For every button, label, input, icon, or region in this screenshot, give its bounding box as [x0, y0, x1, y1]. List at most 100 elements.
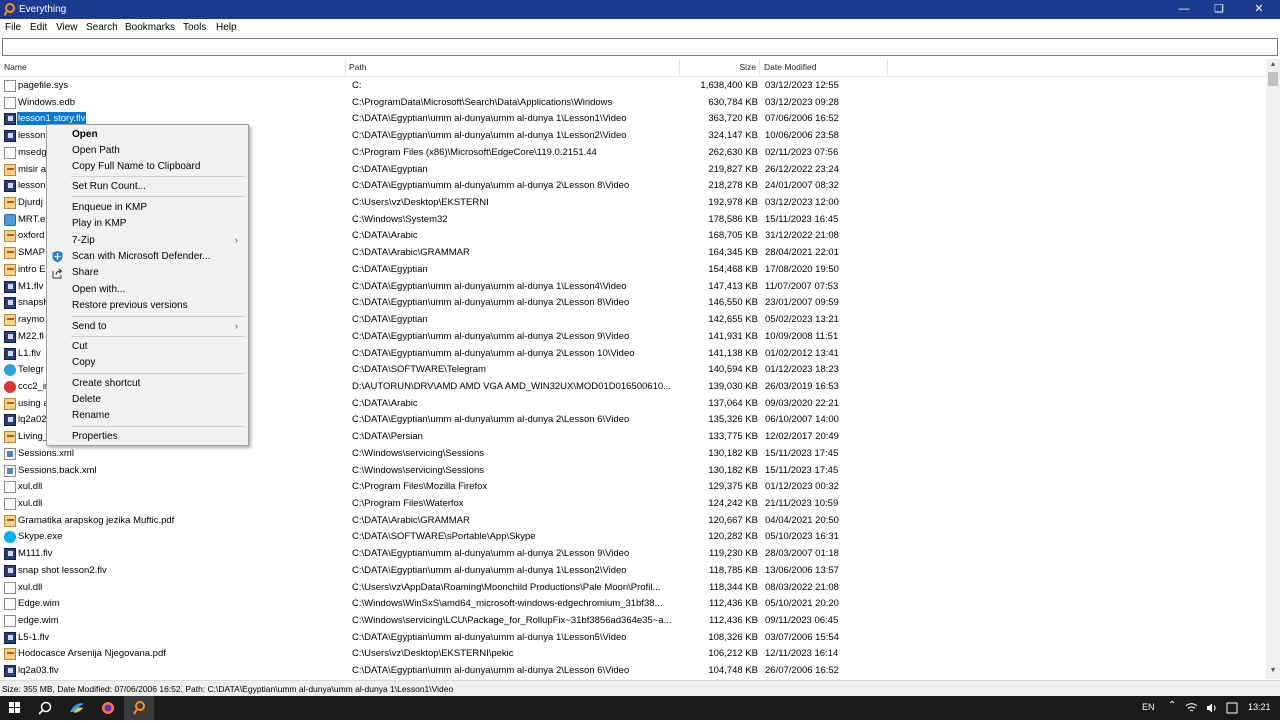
- menu-search[interactable]: Search: [86, 22, 118, 33]
- status-bar: Size: 355 MB, Date Modified: 07/06/2006 …: [0, 680, 1280, 696]
- ctx-copy[interactable]: Copy: [72, 357, 95, 368]
- pdf-file-icon: [4, 431, 16, 444]
- vertical-scrollbar[interactable]: ▲ ▼: [1266, 59, 1280, 679]
- ctx-open[interactable]: Open: [72, 129, 98, 140]
- file-path: C:\DATA\SOFTWARE\sPortable\App\Skype: [352, 531, 536, 543]
- ctx-delete[interactable]: Delete: [72, 394, 101, 405]
- file-date: 06/10/2007 14:00: [765, 414, 839, 426]
- file-size: 130,182 KB: [708, 447, 758, 459]
- file-row[interactable]: Windows.edb C:\ProgramData\Microsoft\Sear…: [0, 95, 1266, 112]
- ctx-separator: [71, 336, 245, 337]
- ctx-cut[interactable]: Cut: [72, 341, 88, 352]
- column-size-header[interactable]: Size: [680, 59, 760, 77]
- menu-view[interactable]: View: [56, 22, 78, 33]
- language-indicator[interactable]: EN: [1142, 702, 1155, 712]
- file-row[interactable]: Sessions.xml C:\Windows\servicing\Session…: [0, 446, 1266, 463]
- ctx-create-shortcut[interactable]: Create shortcut: [72, 378, 140, 389]
- menu-edit[interactable]: Edit: [30, 22, 47, 33]
- waterfox-icon[interactable]: [62, 696, 92, 720]
- file-row[interactable]: Gramatika arapskog jezika Muftic.pdf C:\D…: [0, 513, 1266, 530]
- notification-icon[interactable]: [1226, 702, 1238, 714]
- file-icon: [4, 598, 16, 611]
- ctx-set-run-count[interactable]: Set Run Count...: [72, 181, 146, 192]
- close-button[interactable]: ✕: [1240, 0, 1278, 19]
- windows-start-icon[interactable]: [0, 696, 30, 720]
- ctx-restore-versions[interactable]: Restore previous versions: [72, 300, 188, 311]
- scroll-up-icon[interactable]: ▲: [1266, 59, 1280, 71]
- file-row[interactable]: Hodocasce Arsenija Njegovana.pdf C:\Users…: [0, 646, 1266, 663]
- file-path: C:\DATA\Egyptian\umm al-dunya\umm al-dun…: [352, 130, 627, 142]
- firefox-icon[interactable]: [93, 696, 123, 720]
- clock[interactable]: 13:21: [1248, 702, 1271, 712]
- file-row[interactable]: xul.dll C:\Program Files\Mozilla Firefox 1…: [0, 479, 1266, 496]
- maximize-button[interactable]: ❏: [1200, 0, 1238, 19]
- file-row[interactable]: edge.wim C:\Windows\servicing\LCU\Package…: [0, 613, 1266, 630]
- menu-file[interactable]: File: [5, 22, 21, 33]
- ctx-properties[interactable]: Properties: [72, 431, 118, 442]
- ctx-rename[interactable]: Rename: [72, 410, 110, 421]
- ctx-copy-full-name[interactable]: Copy Full Name to Clipboard: [72, 161, 200, 172]
- file-name: lq2a02: [18, 414, 47, 426]
- file-name: xul.dll: [18, 581, 43, 593]
- file-date: 26/07/2006 16:52: [765, 665, 839, 677]
- ctx-open-path[interactable]: Open Path: [72, 145, 120, 156]
- file-row[interactable]: Edge.wim C:\Windows\WinSxS\amd64_microsof…: [0, 596, 1266, 613]
- ctx-7zip[interactable]: 7-Zip: [72, 235, 95, 246]
- ctx-open-with[interactable]: Open with...: [72, 284, 125, 295]
- volume-icon[interactable]: [1206, 702, 1218, 714]
- menu-help[interactable]: Help: [216, 22, 237, 33]
- ctx-separator: [71, 426, 245, 427]
- ctx-separator: [71, 176, 245, 177]
- file-date: 31/12/2022 21:08: [765, 230, 839, 242]
- chevron-up-icon[interactable]: ⌃: [1168, 700, 1176, 711]
- scrollbar-thumb[interactable]: [1268, 72, 1278, 86]
- file-path: C:\DATA\Egyptian\umm al-dunya\umm al-dun…: [352, 548, 630, 560]
- file-date: 21/11/2023 10:59: [765, 498, 839, 509]
- search-icon[interactable]: [30, 696, 60, 720]
- column-path-header[interactable]: Path: [346, 59, 680, 77]
- pdf-file-icon: [4, 163, 16, 176]
- file-date: 08/03/2022 21:08: [765, 581, 839, 593]
- title-bar: Everything — ❏ ✕: [0, 0, 1280, 19]
- file-date: 12/11/2023 16:14: [765, 648, 839, 660]
- ctx-share[interactable]: Share: [72, 267, 99, 278]
- minimize-button[interactable]: —: [1165, 0, 1203, 19]
- video-file-icon: [4, 564, 16, 577]
- file-row[interactable]: snap shot lesson2.flv C:\DATA\Egyptian\um…: [0, 563, 1266, 580]
- xml-file-icon: [4, 447, 16, 460]
- column-date-header[interactable]: Date Modified: [760, 59, 888, 77]
- file-row[interactable]: pagefile.sys C: 1,638,400 KB 03/12/2023 12:…: [0, 78, 1266, 95]
- menu-tools[interactable]: Tools: [183, 22, 206, 33]
- file-row[interactable]: Sessions.back.xml C:\Windows\servicing\Se…: [0, 463, 1266, 480]
- file-row[interactable]: Skype.exe C:\DATA\SOFTWARE\sPortable\App\…: [0, 529, 1266, 546]
- file-icon: [4, 481, 16, 494]
- menu-bookmarks[interactable]: Bookmarks: [125, 22, 175, 33]
- file-date: 05/02/2023 13:21: [765, 314, 839, 326]
- video-file-icon: [4, 347, 16, 360]
- everything-taskbar-button[interactable]: [124, 696, 154, 720]
- ctx-enqueue-kmp[interactable]: Enqueue in KMP: [72, 202, 147, 213]
- wifi-icon[interactable]: [1185, 702, 1198, 714]
- file-row[interactable]: lq2a03.flv C:\DATA\Egyptian\umm al-dunya\…: [0, 663, 1266, 678]
- file-row[interactable]: L5-1.flv C:\DATA\Egyptian\umm al-dunya\um…: [0, 630, 1266, 647]
- file-name: intro E: [18, 263, 46, 275]
- file-date: 03/12/2023 12:00: [765, 197, 839, 209]
- file-path: C:\Windows\servicing\Sessions: [352, 447, 484, 459]
- file-date: 28/03/2007 01:18: [765, 548, 839, 560]
- ctx-scan-defender[interactable]: Scan with Microsoft Defender...: [72, 251, 210, 262]
- file-size: 178,586 KB: [708, 213, 758, 225]
- column-name-header[interactable]: Name: [0, 59, 346, 77]
- file-size: 112,436 KB: [709, 615, 758, 627]
- pdf-file-icon: [4, 197, 16, 210]
- ctx-play-kmp[interactable]: Play in KMP: [72, 218, 126, 229]
- ctx-send-to[interactable]: Send to: [72, 321, 106, 332]
- file-size: 112,436 KB: [709, 598, 758, 610]
- search-input[interactable]: [2, 38, 1278, 56]
- ctx-separator: [71, 316, 245, 317]
- scroll-down-icon[interactable]: ▼: [1266, 665, 1280, 677]
- file-size: 120,282 KB: [708, 531, 758, 543]
- file-row[interactable]: xul.dll C:\Program Files\Waterfox 124,242 …: [0, 496, 1266, 513]
- file-row[interactable]: xul.dll C:\Users\vz\AppData\Roaming\Moonc…: [0, 580, 1266, 597]
- file-row[interactable]: M111.flv C:\DATA\Egyptian\umm al-dunya\um…: [0, 546, 1266, 563]
- file-date: 11/07/2007 07:53: [765, 280, 839, 292]
